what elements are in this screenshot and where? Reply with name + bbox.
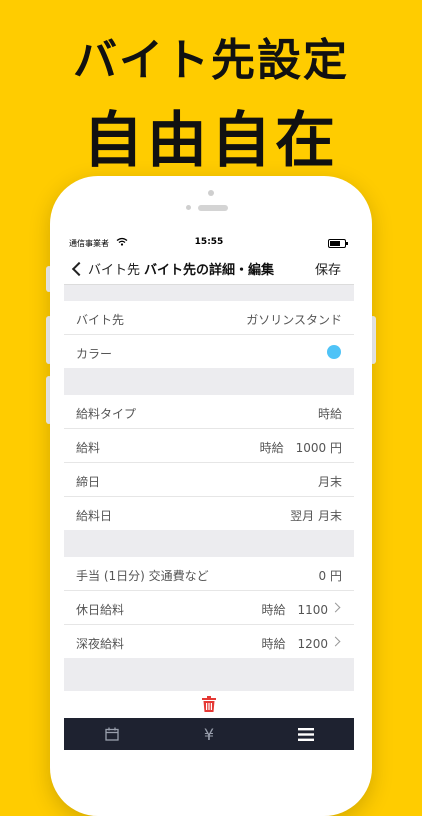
page-title: バイト先の詳細・編集: [143, 263, 274, 278]
trash-icon[interactable]: [202, 696, 216, 712]
promo-headline-2: 自由自在: [83, 106, 339, 176]
row-workplace[interactable]: バイト先 ガソリンスタンド: [64, 301, 354, 335]
holiday-pay-label: 休日給料: [76, 603, 125, 617]
payday-value: 翌月 月末: [290, 509, 342, 523]
salary-value: 時給 1000 円: [259, 441, 342, 455]
battery-icon: [328, 239, 348, 248]
chevron-right-icon: [330, 636, 341, 647]
row-allowance[interactable]: 手当 (1日分) 交通費など 0 円: [64, 557, 354, 591]
row-color[interactable]: カラー: [64, 335, 354, 368]
row-salary[interactable]: 給料 時給 1000 円: [64, 429, 354, 463]
calendar-icon: [105, 727, 119, 741]
color-swatch[interactable]: [327, 345, 341, 359]
row-holiday-pay[interactable]: 休日給料 時給 1100: [64, 591, 354, 625]
navigation-bar: バイト先 バイト先の詳細・編集 保存: [64, 251, 354, 285]
closing-day-label: 締日: [76, 475, 101, 489]
yen-icon: ¥: [203, 724, 215, 744]
section-pay: 給料タイプ 時給 給料 時給 1000 円 締日 月末 給料日 翌月 月末: [64, 395, 354, 530]
phone-camera: [186, 205, 191, 210]
app-screen: 通信事業者 15:55 バイト先 バイト先の詳細・編集 保存 バイト先 ガソリン…: [64, 234, 354, 750]
settings-list: バイト先 ガソリンスタンド カラー 給料タイプ 時給 給料 時給 1000 円 …: [64, 285, 354, 658]
closing-day-value: 月末: [317, 475, 342, 489]
status-bar: 通信事業者 15:55: [64, 234, 354, 251]
payday-label: 給料日: [76, 509, 113, 523]
section-extras: 手当 (1日分) 交通費など 0 円 休日給料 時給 1100 深夜給料 時給 …: [64, 557, 354, 658]
section-spacer: [64, 285, 354, 301]
row-closing-day[interactable]: 締日 月末: [64, 463, 354, 497]
chevron-right-icon: [330, 602, 341, 613]
color-label: カラー: [76, 347, 113, 361]
tab-bar: ¥: [64, 718, 354, 750]
section-spacer: [64, 368, 354, 395]
pay-type-value: 時給: [317, 407, 342, 421]
status-time: 15:55: [194, 237, 224, 247]
workplace-value: ガソリンスタンド: [246, 313, 342, 327]
promo-headline-1: バイト先設定: [73, 35, 349, 86]
section-spacer: [64, 530, 354, 557]
tab-calendar[interactable]: [97, 722, 127, 746]
tab-salary[interactable]: ¥: [194, 722, 224, 746]
pay-type-label: 給料タイプ: [76, 407, 137, 421]
row-pay-type[interactable]: 給料タイプ 時給: [64, 395, 354, 429]
delete-bar: [64, 691, 354, 718]
save-button[interactable]: 保存: [315, 259, 341, 278]
night-pay-value: 時給 1200: [261, 637, 328, 651]
night-pay-label: 深夜給料: [76, 637, 125, 651]
allowance-label: 手当 (1日分) 交通費など: [76, 569, 209, 583]
tab-menu[interactable]: [291, 722, 321, 746]
salary-label: 給料: [76, 441, 101, 455]
holiday-pay-value: 時給 1100: [261, 603, 328, 617]
allowance-value: 0 円: [318, 569, 342, 583]
row-payday[interactable]: 給料日 翌月 月末: [64, 497, 354, 530]
row-night-pay[interactable]: 深夜給料 時給 1200: [64, 625, 354, 658]
phone-sensor: [208, 190, 214, 196]
menu-icon: [298, 727, 314, 741]
phone-speaker: [198, 205, 228, 211]
section-basic: バイト先 ガソリンスタンド カラー: [64, 301, 354, 368]
workplace-label: バイト先: [76, 313, 125, 327]
